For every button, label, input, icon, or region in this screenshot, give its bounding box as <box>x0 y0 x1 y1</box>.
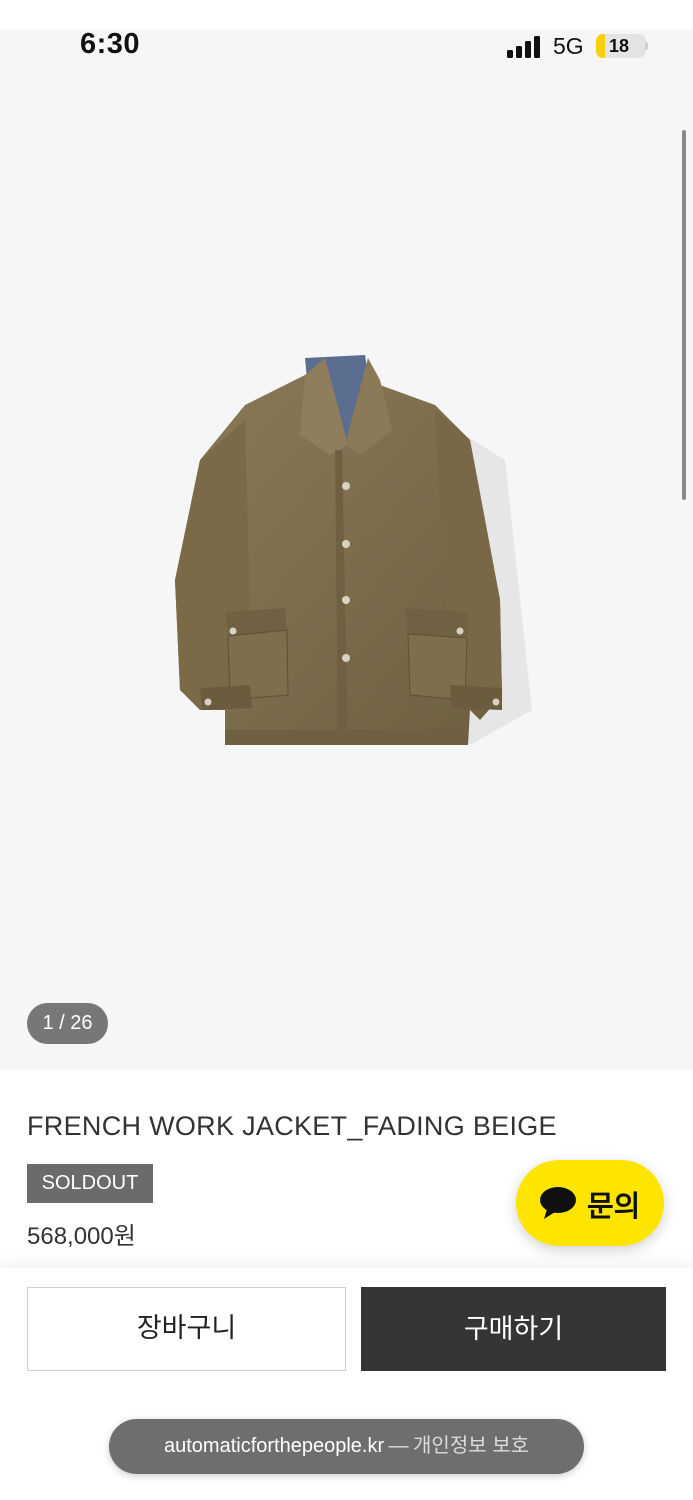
scrollbar-thumb[interactable] <box>682 130 686 500</box>
product-title: FRENCH WORK JACKET_FADING BEIGE <box>27 1111 557 1141</box>
battery-tip <box>645 42 648 50</box>
jacket-photo[interactable] <box>170 350 540 750</box>
add-to-cart-button[interactable]: 장바구니 <box>27 1287 346 1371</box>
clock: 6:30 <box>80 28 141 60</box>
privacy-note: 개인정보 보호 <box>413 1435 529 1457</box>
url-separator: — <box>388 1435 409 1457</box>
speech-bubble-icon <box>540 1187 576 1219</box>
network-type: 5G <box>553 33 584 59</box>
status-bar: 6:30 5G 18 <box>0 0 693 72</box>
browser-address-bar[interactable]: automaticforthepeople.kr — 개인정보 보호 <box>109 1419 584 1474</box>
battery-level: 18 <box>608 36 630 56</box>
cellular-signal-icon <box>507 36 540 58</box>
battery-icon: 18 <box>596 34 646 58</box>
image-counter: 1 / 26 <box>27 1003 108 1044</box>
status-badge: SOLDOUT <box>27 1164 153 1203</box>
buy-now-button[interactable]: 구매하기 <box>361 1287 666 1371</box>
inquiry-label: 문의 <box>587 1191 641 1223</box>
site-domain: automaticforthepeople.kr <box>163 1435 385 1457</box>
product-price: 568,000원 <box>27 1223 136 1250</box>
